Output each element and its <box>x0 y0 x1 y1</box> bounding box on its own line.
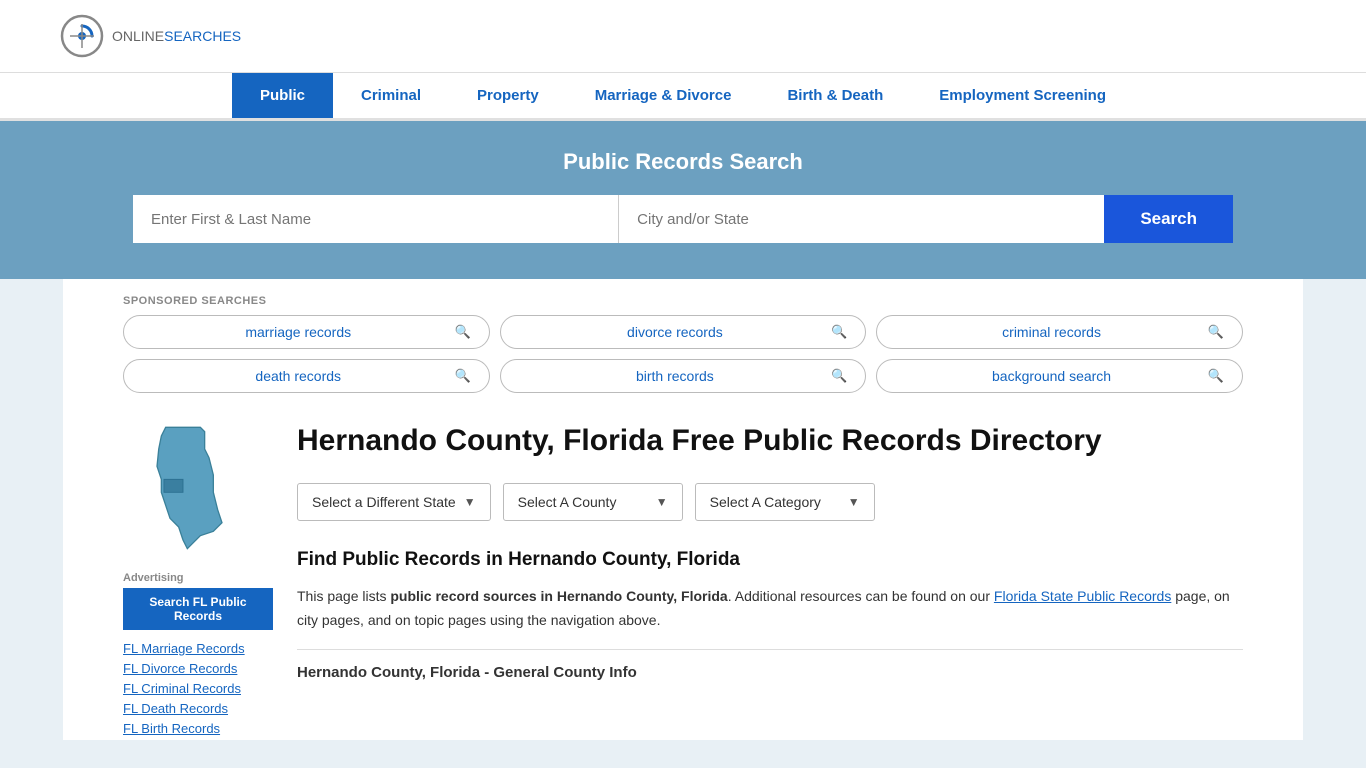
sidebar-link-birth[interactable]: FL Birth Records <box>123 720 273 736</box>
logo-online: ONLINE <box>112 28 164 44</box>
search-icon-pill-3: 🔍 <box>454 368 470 384</box>
main-content: Hernando County, Florida Free Public Rec… <box>297 423 1243 681</box>
hero-section: Public Records Search Search <box>0 121 1366 279</box>
sidebar-link-criminal[interactable]: FL Criminal Records <box>123 680 273 696</box>
category-dropdown[interactable]: Select A Category ▼ <box>695 483 875 521</box>
pill-death[interactable]: death records 🔍 <box>123 359 490 393</box>
search-button[interactable]: Search <box>1104 195 1233 243</box>
sponsored-grid: marriage records 🔍 divorce records 🔍 cri… <box>123 315 1243 413</box>
search-icon-pill-0: 🔍 <box>454 324 470 340</box>
sponsored-label: SPONSORED SEARCHES <box>123 279 1243 315</box>
logo-searches: SEARCHES <box>164 28 241 44</box>
sidebar-links: FL Marriage Records FL Divorce Records F… <box>123 640 273 736</box>
find-section-title: Find Public Records in Hernando County, … <box>297 549 1243 571</box>
category-dropdown-chevron: ▼ <box>848 495 860 509</box>
name-input[interactable] <box>133 195 619 243</box>
pill-divorce[interactable]: divorce records 🔍 <box>500 315 867 349</box>
pill-marriage[interactable]: marriage records 🔍 <box>123 315 490 349</box>
nav-marriage-divorce[interactable]: Marriage & Divorce <box>567 73 760 118</box>
content-area: Advertising Search FL Public Records FL … <box>123 413 1243 740</box>
search-icon-pill-5: 🔍 <box>1208 368 1224 384</box>
state-dropdown[interactable]: Select a Different State ▼ <box>297 483 491 521</box>
search-icon-pill-4: 🔍 <box>831 368 847 384</box>
sidebar-link-marriage[interactable]: FL Marriage Records <box>123 640 273 656</box>
advertising-label: Advertising <box>123 572 273 584</box>
nav-property[interactable]: Property <box>449 73 567 118</box>
nav-birth-death[interactable]: Birth & Death <box>759 73 911 118</box>
location-input[interactable] <box>619 195 1104 243</box>
search-icon-pill-2: 🔍 <box>1208 324 1224 340</box>
pill-criminal[interactable]: criminal records 🔍 <box>876 315 1243 349</box>
state-dropdown-chevron: ▼ <box>464 495 476 509</box>
search-icon-pill-1: 🔍 <box>831 324 847 340</box>
county-dropdown-chevron: ▼ <box>656 495 668 509</box>
pill-birth[interactable]: birth records 🔍 <box>500 359 867 393</box>
logo-text: ONLINESEARCHES <box>112 28 241 44</box>
search-bar: Search <box>133 195 1233 243</box>
ad-button[interactable]: Search FL Public Records <box>123 588 273 630</box>
dropdowns-row: Select a Different State ▼ Select A Coun… <box>297 483 1243 521</box>
hero-title: Public Records Search <box>60 149 1306 175</box>
nav-public[interactable]: Public <box>232 73 333 118</box>
state-records-link[interactable]: Florida State Public Records <box>994 588 1171 604</box>
pill-background[interactable]: background search 🔍 <box>876 359 1243 393</box>
sidebar-link-death[interactable]: FL Death Records <box>123 700 273 716</box>
county-dropdown[interactable]: Select A County ▼ <box>503 483 683 521</box>
logo: ONLINESEARCHES <box>60 14 241 58</box>
logo-icon <box>60 14 104 58</box>
nav-employment[interactable]: Employment Screening <box>911 73 1134 118</box>
find-section-desc: This page lists public record sources in… <box>297 585 1243 633</box>
main-nav: Public Criminal Property Marriage & Divo… <box>0 73 1366 121</box>
county-info-title: Hernando County, Florida - General Count… <box>297 649 1243 681</box>
sidebar: Advertising Search FL Public Records FL … <box>123 423 273 740</box>
nav-criminal[interactable]: Criminal <box>333 73 449 118</box>
sidebar-link-divorce[interactable]: FL Divorce Records <box>123 660 273 676</box>
page-title: Hernando County, Florida Free Public Rec… <box>297 423 1243 459</box>
header: ONLINESEARCHES <box>0 0 1366 73</box>
florida-map <box>123 423 243 553</box>
